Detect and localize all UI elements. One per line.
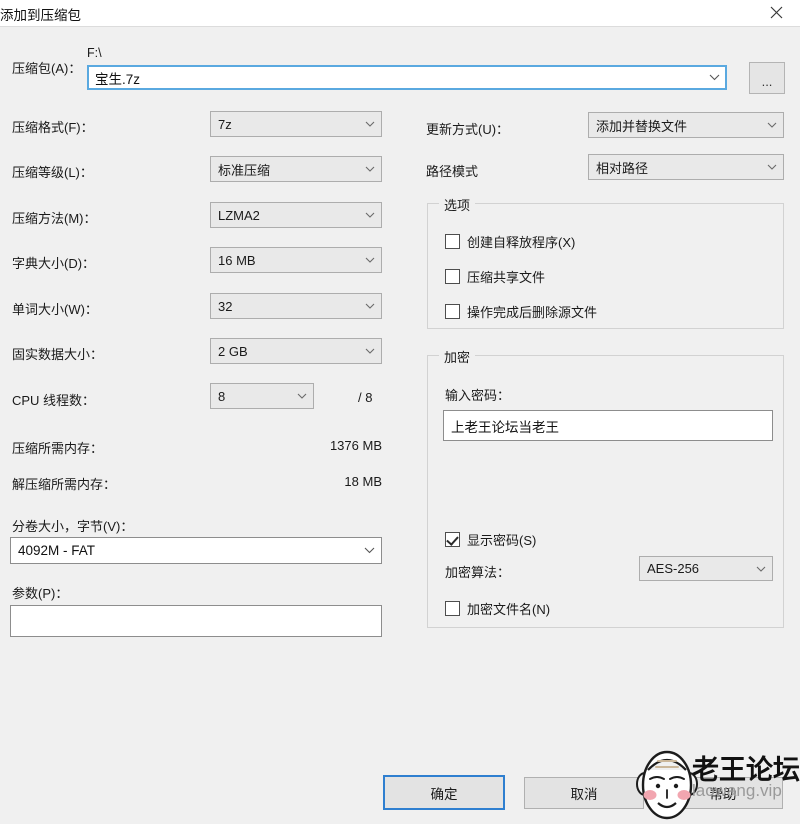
- chevron-down-icon: [359, 348, 381, 354]
- word-size-combo[interactable]: 32: [210, 293, 382, 319]
- checkbox-delete-files-after[interactable]: 操作完成后删除源文件: [445, 302, 597, 321]
- chevron-down-icon: [750, 566, 772, 572]
- checkbox-encrypt-filenames[interactable]: 加密文件名(N): [445, 599, 550, 618]
- chevron-down-icon: [761, 164, 783, 170]
- path-mode-value: 相对路径: [596, 160, 649, 176]
- checkbox-label: 操作完成后删除源文件: [467, 305, 598, 320]
- solid-block-size-combo[interactable]: 2 GB: [210, 338, 382, 364]
- split-size-label: 分卷大小，字节(V)：: [12, 519, 134, 534]
- archive-format-label: 压缩格式(F)：: [12, 120, 94, 135]
- checkbox-create-sfx[interactable]: 创建自释放程序(X): [445, 232, 575, 251]
- archive-label: 压缩包(A)：: [12, 61, 82, 76]
- chevron-down-icon: [359, 166, 381, 172]
- checkbox-label: 显示密码(S): [467, 533, 537, 548]
- checkbox-label: 压缩共享文件: [467, 270, 546, 285]
- chevron-down-icon: [359, 257, 381, 263]
- compression-level-value: 标准压缩: [218, 162, 271, 178]
- checkbox-box: [445, 532, 460, 547]
- encryption-group-title: 加密: [439, 347, 476, 366]
- chevron-down-icon[interactable]: [357, 547, 381, 554]
- dictionary-size-value: 16 MB: [218, 252, 256, 268]
- cpu-threads-value: 8: [218, 388, 226, 404]
- password-label: 输入密码：: [445, 388, 511, 403]
- password-input[interactable]: 上老王论坛当老王: [443, 410, 773, 441]
- dictionary-size-combo[interactable]: 16 MB: [210, 247, 382, 273]
- path-mode-combo[interactable]: 相对路径: [588, 154, 784, 180]
- chevron-down-icon: [761, 122, 783, 128]
- close-icon[interactable]: [756, 0, 796, 25]
- help-button[interactable]: 帮助: [663, 777, 783, 809]
- archive-name-value: 宝生.7z: [95, 71, 141, 87]
- split-size-combo[interactable]: 4092M - FAT: [10, 537, 382, 564]
- compression-method-value: LZMA2: [218, 207, 260, 223]
- browse-button[interactable]: ...: [749, 62, 785, 94]
- options-group-title: 选项: [439, 195, 476, 214]
- checkbox-box: [445, 601, 460, 616]
- checkbox-box: [445, 269, 460, 284]
- cancel-button[interactable]: 取消: [524, 777, 644, 809]
- encryption-method-combo[interactable]: AES-256: [639, 556, 773, 581]
- compression-method-combo[interactable]: LZMA2: [210, 202, 382, 228]
- checkbox-label: 加密文件名(N): [467, 602, 551, 617]
- checkbox-show-password[interactable]: 显示密码(S): [445, 530, 536, 549]
- update-mode-value: 添加并替换文件: [596, 118, 688, 134]
- memory-decompress-value: 18 MB: [344, 474, 382, 489]
- chevron-down-icon: [359, 121, 381, 127]
- chevron-down-icon: [291, 393, 313, 399]
- chevron-down-icon: [359, 212, 381, 218]
- memory-compress-label: 压缩所需内存：: [12, 441, 104, 456]
- word-size-label: 单词大小(W)：: [12, 302, 98, 317]
- archive-format-value: 7z: [218, 116, 232, 132]
- dictionary-size-label: 字典大小(D)：: [12, 256, 96, 271]
- title-bar: 添加到压缩包: [0, 0, 800, 27]
- word-size-value: 32: [218, 298, 233, 314]
- checkbox-box: [445, 234, 460, 249]
- memory-decompress-label: 解压缩所需内存：: [12, 477, 117, 492]
- archive-path-prefix: F:\: [87, 46, 102, 60]
- archive-name-input[interactable]: 宝生.7z: [87, 65, 727, 90]
- compression-method-label: 压缩方法(M)：: [12, 211, 97, 226]
- chevron-down-icon[interactable]: [702, 74, 726, 81]
- archive-format-combo[interactable]: 7z: [210, 111, 382, 137]
- parameters-input[interactable]: [10, 605, 382, 637]
- memory-compress-value: 1376 MB: [329, 438, 382, 453]
- compression-level-combo[interactable]: 标准压缩: [210, 156, 382, 182]
- encryption-method-value: AES-256: [647, 561, 700, 576]
- split-size-value: 4092M - FAT: [18, 543, 96, 558]
- checkbox-compress-shared-files[interactable]: 压缩共享文件: [445, 267, 545, 286]
- compression-level-label: 压缩等级(L)：: [12, 165, 93, 180]
- parameters-label: 参数(P)：: [12, 586, 69, 601]
- update-mode-label: 更新方式(U)：: [426, 122, 510, 137]
- update-mode-combo[interactable]: 添加并替换文件: [588, 112, 784, 138]
- encryption-method-label: 加密算法：: [445, 565, 511, 580]
- chevron-down-icon: [359, 303, 381, 309]
- ok-button[interactable]: 确定: [383, 775, 505, 810]
- checkbox-label: 创建自释放程序(X): [467, 235, 576, 250]
- window-title: 添加到压缩包: [0, 8, 81, 23]
- solid-block-size-value: 2 GB: [218, 343, 248, 359]
- cpu-threads-combo[interactable]: 8: [210, 383, 314, 409]
- checkbox-box: [445, 304, 460, 319]
- password-value: 上老王论坛当老王: [451, 419, 559, 435]
- path-mode-label: 路径模式: [426, 164, 479, 179]
- cpu-threads-label: CPU 线程数：: [12, 393, 96, 408]
- solid-block-size-label: 固实数据大小：: [12, 347, 104, 362]
- cpu-threads-total: / 8: [358, 390, 373, 405]
